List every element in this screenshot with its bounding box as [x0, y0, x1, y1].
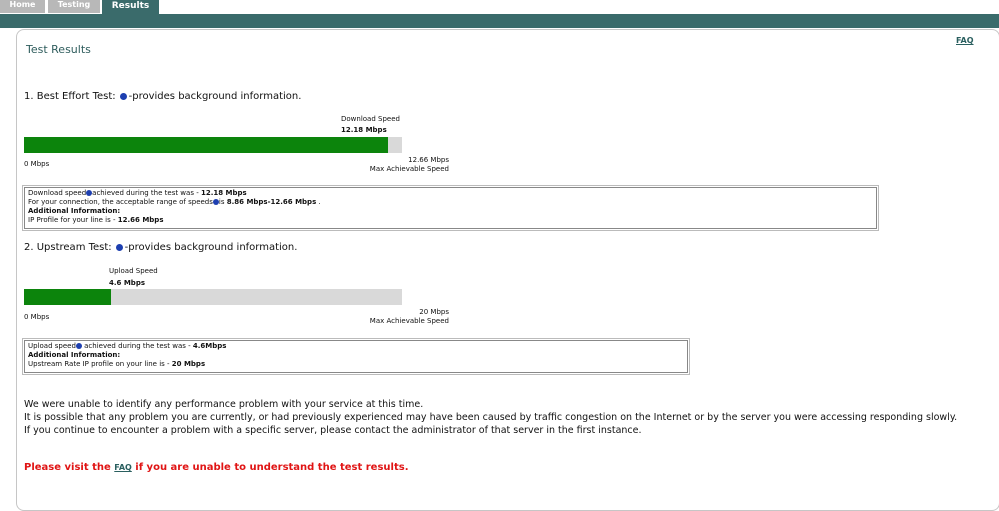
- download-speed-label: Download Speed: [341, 115, 400, 123]
- best-effort-heading-text: 1. Best Effort Test:: [24, 91, 116, 102]
- upstream-heading-suffix: -provides background information.: [124, 242, 298, 253]
- download-info-line1: Download speed achieved during the test w…: [28, 189, 247, 197]
- download-progress-bar: [24, 137, 402, 153]
- faq-prompt: Please visit the FAQ if you are unable t…: [24, 462, 409, 473]
- download-max-label: Max Achievable Speed: [369, 165, 449, 173]
- upload-speed-value: 4.6 Mbps: [109, 279, 145, 287]
- faq-prompt-prefix: Please visit the: [24, 462, 115, 473]
- page-title: Test Results: [26, 43, 91, 56]
- download-info-line4: IP Profile for your line is - 12.66 Mbps: [28, 216, 164, 224]
- download-info-box: Download speed achieved during the test w…: [22, 185, 879, 231]
- nav-tabs: Home Testing Results: [0, 0, 999, 15]
- upload-info-line2: Additional Information:: [28, 351, 121, 359]
- tab-testing[interactable]: Testing: [48, 0, 100, 13]
- info-circle-icon[interactable]: [115, 243, 123, 251]
- header-band: [0, 14, 999, 28]
- best-effort-heading-suffix: -provides background information.: [128, 91, 302, 102]
- upload-progress-bar: [24, 289, 402, 305]
- upstream-heading: 2. Upstream Test: -provides background in…: [24, 242, 297, 253]
- upload-info-line3: Upstream Rate IP profile on your line is…: [28, 360, 206, 368]
- download-max-value: 12.66 Mbps: [408, 156, 449, 164]
- download-progress-fill: [24, 137, 388, 153]
- message-line3: If you continue to encounter a problem w…: [24, 425, 642, 436]
- faq-link[interactable]: FAQ: [956, 36, 974, 45]
- message-line1: We were unable to identify any performan…: [24, 399, 424, 410]
- download-info-line2: For your connection, the acceptable rang…: [28, 198, 321, 206]
- tab-results[interactable]: Results: [102, 0, 159, 15]
- upload-progress-fill: [24, 289, 111, 305]
- info-circle-icon[interactable]: [119, 92, 127, 100]
- best-effort-heading: 1. Best Effort Test: -provides background…: [24, 91, 301, 102]
- tab-home[interactable]: Home: [0, 0, 45, 13]
- upload-max-label: Max Achievable Speed: [369, 317, 449, 325]
- faq-prompt-link[interactable]: FAQ: [114, 463, 132, 472]
- upload-min-label: 0 Mbps: [24, 313, 50, 321]
- message-line2: It is possible that any problem you are …: [24, 412, 958, 423]
- faq-prompt-suffix: if you are unable to understand the test…: [131, 462, 409, 473]
- upload-speed-label: Upload Speed: [109, 267, 158, 275]
- upload-max-value: 20 Mbps: [419, 308, 449, 316]
- upload-info-line1: Upload speed achieved during the test wa…: [28, 342, 227, 350]
- download-min-label: 0 Mbps: [24, 160, 50, 168]
- download-info-line3: Additional Information:: [28, 207, 121, 215]
- download-speed-value: 12.18 Mbps: [341, 126, 387, 134]
- upload-info-box: Upload speed achieved during the test wa…: [22, 338, 690, 375]
- result-message: We were unable to identify any performan…: [24, 398, 957, 437]
- upstream-heading-text: 2. Upstream Test:: [24, 242, 112, 253]
